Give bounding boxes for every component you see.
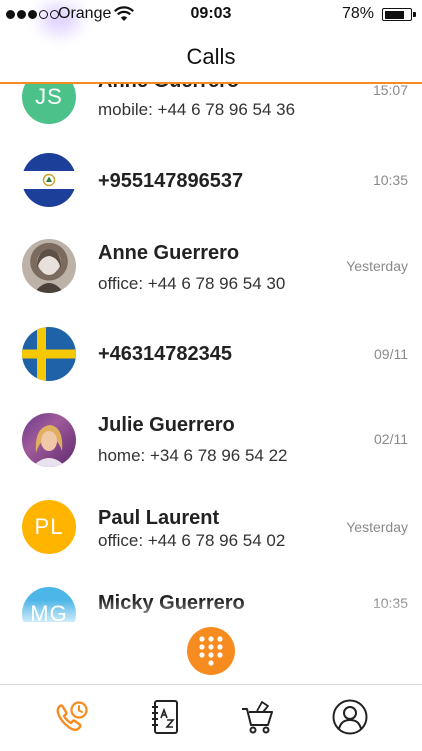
profile-icon xyxy=(332,699,368,735)
phone-detail: office: +44 6 78 96 54 02 xyxy=(98,531,286,550)
call-row[interactable]: PL Paul Laurent office: +44 6 78 96 54 0… xyxy=(0,486,422,572)
battery-icon xyxy=(382,8,416,21)
call-time: Yesterday xyxy=(346,258,408,274)
avatar xyxy=(22,327,76,381)
tab-profile[interactable] xyxy=(330,697,370,737)
shopping-cart-icon xyxy=(242,701,273,734)
call-row[interactable]: +46314782345 09/11 xyxy=(0,312,422,398)
person-photo-icon xyxy=(32,425,66,467)
contact-name: +46314782345 xyxy=(98,343,233,365)
dialpad-icon xyxy=(199,636,223,666)
phone-detail: home: +34 6 78 96 54 22 xyxy=(98,446,288,465)
sweden-flag-icon xyxy=(22,327,76,381)
call-time: 15:07 xyxy=(372,84,408,98)
contact-name: Paul Laurent xyxy=(98,507,220,529)
list-fade xyxy=(0,600,422,630)
avatar-photo xyxy=(22,239,76,293)
avatar xyxy=(22,153,76,207)
el-salvador-flag-icon xyxy=(22,153,76,207)
phone-detail: mobile: +44 6 78 96 54 36 xyxy=(98,100,296,119)
contact-name: Julie Guerrero xyxy=(98,414,235,436)
tab-contacts[interactable] xyxy=(145,697,185,737)
contact-name: Anne Guerrero xyxy=(98,242,240,264)
avatar-initials: PL xyxy=(34,514,64,539)
recent-calls-icon xyxy=(56,701,88,731)
person-photo-icon xyxy=(34,249,64,293)
call-row[interactable]: +955147896537 10:35 xyxy=(0,140,422,226)
call-time: Yesterday xyxy=(346,519,408,535)
call-row[interactable]: Julie Guerrero home: +34 6 78 96 54 22 0… xyxy=(0,400,422,486)
contact-name: Anne Guerrero xyxy=(98,84,239,93)
tab-recent-calls[interactable] xyxy=(52,697,92,737)
contact-name: +955147896537 xyxy=(98,170,244,192)
page-title: Calls xyxy=(186,44,236,69)
avatar-photo xyxy=(22,413,76,467)
tab-bar xyxy=(0,684,422,751)
avatar-initials: JS xyxy=(35,84,63,109)
call-time: 09/11 xyxy=(374,346,408,362)
avatar: PL xyxy=(22,500,76,554)
battery-percent: 78% xyxy=(341,5,374,22)
nav-header: Calls xyxy=(0,30,422,82)
contacts-az-icon xyxy=(152,700,178,734)
avatar: JS xyxy=(22,84,76,124)
status-bar: Orange 09:03 78% xyxy=(0,0,422,30)
dialpad-button[interactable] xyxy=(187,627,235,675)
tab-shop[interactable] xyxy=(238,697,278,737)
calls-list[interactable]: JS Anne Guerrero mobile: +44 6 78 96 54 … xyxy=(0,84,422,622)
call-row[interactable]: JS Anne Guerrero mobile: +44 6 78 96 54 … xyxy=(0,84,422,140)
phone-detail: office: +44 6 78 96 54 30 xyxy=(98,274,286,293)
call-row[interactable]: Anne Guerrero office: +44 6 78 96 54 30 … xyxy=(0,226,422,312)
call-time: 02/11 xyxy=(374,431,408,447)
call-time: 10:35 xyxy=(372,172,408,188)
